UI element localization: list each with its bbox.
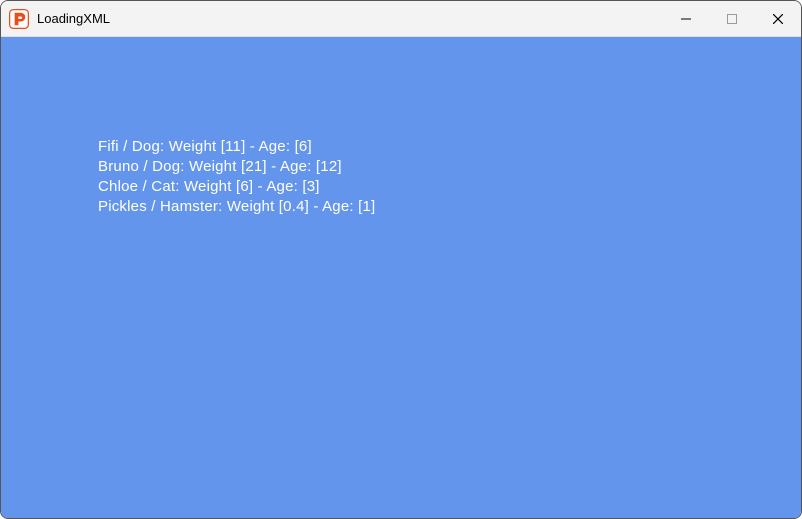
app-icon [9,9,29,29]
pet-line: Chloe / Cat: Weight [6] - Age: [3] [98,177,375,197]
window-title: LoadingXML [37,11,110,26]
maximize-button [709,1,755,36]
pet-line: Bruno / Dog: Weight [21] - Age: [12] [98,157,375,177]
pet-line: Pickles / Hamster: Weight [0.4] - Age: [… [98,197,375,217]
pet-line: Fifi / Dog: Weight [11] - Age: [6] [98,137,375,157]
titlebar: LoadingXML [1,1,801,37]
client-area: Fifi / Dog: Weight [11] - Age: [6]Bruno … [1,37,801,518]
window-controls [663,1,801,36]
close-button[interactable] [755,1,801,36]
pet-list: Fifi / Dog: Weight [11] - Age: [6]Bruno … [98,137,375,217]
minimize-button[interactable] [663,1,709,36]
app-window: LoadingXML Fifi / Dog: Weight [11] - Age… [0,0,802,519]
